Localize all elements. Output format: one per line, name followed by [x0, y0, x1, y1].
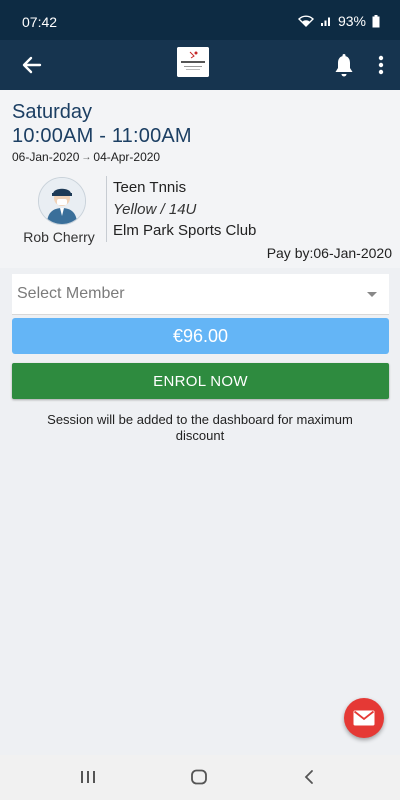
venue-name: Elm Park Sports Club: [113, 222, 257, 239]
more-vertical-icon: [378, 55, 384, 75]
content-area: Saturday 10:00AM - 11:00AM 06-Jan-2020 →…: [0, 90, 400, 755]
battery-percent: 93%: [337, 13, 366, 29]
end-date: 04-Apr-2020: [93, 150, 161, 164]
status-indicators: 93%: [297, 13, 380, 29]
session-day: Saturday: [12, 101, 93, 123]
select-member-dropdown[interactable]: Select Member: [12, 274, 389, 315]
club-logo: [177, 47, 209, 77]
app-bar: [0, 40, 400, 90]
chevron-down-icon: [367, 292, 377, 297]
wifi-icon: [297, 15, 314, 27]
class-name: Teen Tnnis: [113, 179, 187, 196]
status-bar: 07:42 93%: [0, 0, 400, 40]
arrow-left-icon: [22, 56, 42, 74]
start-date: 06-Jan-2020: [12, 150, 80, 164]
recents-button[interactable]: [80, 770, 96, 784]
session-time: 10:00AM - 11:00AM: [12, 125, 192, 147]
battery-icon: [372, 14, 380, 27]
back-button[interactable]: [18, 52, 46, 78]
discount-note: Session will be added to the dashboard f…: [47, 412, 353, 443]
select-member-placeholder: Select Member: [17, 285, 125, 302]
notifications-button[interactable]: [332, 53, 356, 79]
home-button[interactable]: [190, 769, 208, 785]
coach-avatar-icon: [39, 178, 85, 224]
recents-icon: [81, 771, 95, 783]
system-back-button[interactable]: [303, 769, 315, 785]
coach-avatar: [38, 177, 86, 225]
date-arrow: →: [81, 151, 92, 163]
chevron-left-icon: [304, 770, 313, 784]
more-menu-button[interactable]: [376, 54, 386, 78]
price-display: €96.00: [12, 318, 389, 354]
session-card: Saturday 10:00AM - 11:00AM 06-Jan-2020 →…: [0, 90, 400, 268]
status-time: 07:42: [22, 14, 58, 30]
enrol-now-button[interactable]: ENROL NOW: [12, 363, 389, 399]
class-level: Yellow / 14U: [113, 201, 197, 218]
divider: [106, 176, 107, 242]
signal-icon: [320, 17, 330, 26]
system-nav-bar: [0, 755, 400, 800]
mail-fab-button[interactable]: [344, 698, 384, 738]
session-date-range: 06-Jan-2020 → 04-Apr-2020: [12, 150, 160, 164]
home-icon: [191, 769, 207, 785]
bell-icon: [335, 54, 353, 77]
pay-by-date: Pay by:06-Jan-2020: [266, 245, 392, 261]
coach-name: Rob Cherry: [23, 229, 95, 245]
mail-icon: [353, 710, 375, 726]
